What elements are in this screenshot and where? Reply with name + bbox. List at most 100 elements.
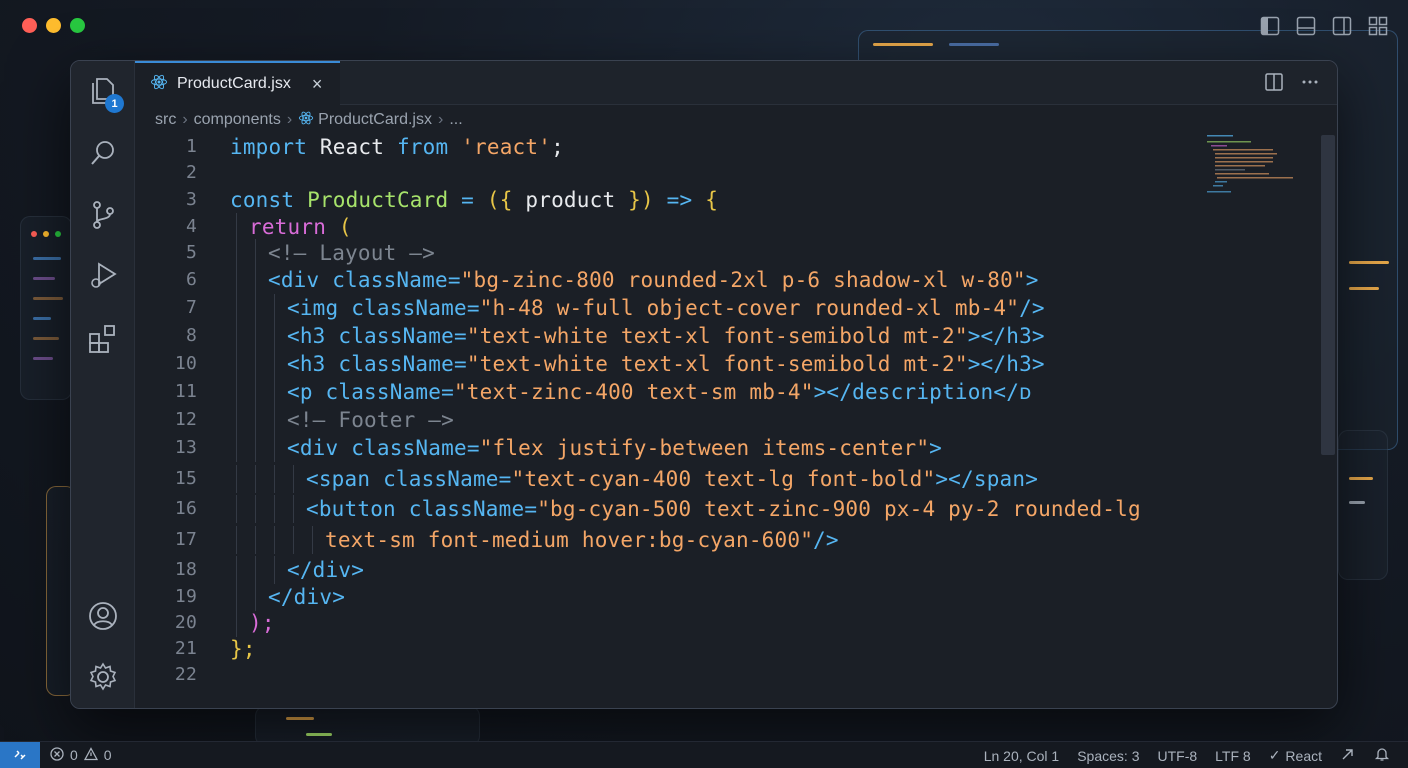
customize-layout-icon[interactable] — [1368, 16, 1388, 36]
code-text: </div> — [287, 556, 364, 584]
layout-controls — [1260, 16, 1388, 36]
breadcrumb-file[interactable]: ProductCard.jsx — [318, 111, 432, 129]
vertical-scrollbar[interactable] — [1321, 135, 1335, 455]
search-icon[interactable] — [87, 137, 119, 169]
code-text: return ( — [249, 213, 352, 241]
code-token: import — [230, 135, 308, 159]
line-number: 5 — [185, 242, 197, 263]
copilot-icon[interactable] — [1340, 746, 1356, 765]
window-controls — [22, 18, 85, 33]
indent-guide — [236, 609, 237, 637]
line-number: 13 — [174, 437, 197, 458]
code-token: <h3 — [287, 352, 339, 376]
language-mode[interactable]: ✓ React — [1269, 747, 1322, 764]
code-token: ></description</ᴅ — [813, 380, 1032, 404]
indent-guide — [255, 294, 256, 322]
error-count: 0 — [70, 747, 78, 763]
indent-guide — [236, 434, 237, 462]
settings-icon[interactable] — [87, 661, 119, 693]
source-control-icon[interactable] — [87, 199, 119, 231]
line-number: 1 — [185, 136, 197, 157]
indent-guide — [274, 350, 275, 378]
indent-guide — [274, 434, 275, 462]
code-token: className — [351, 296, 467, 320]
indent-guide — [274, 526, 275, 554]
indent-guide — [255, 406, 256, 434]
run-debug-icon[interactable] — [87, 259, 119, 291]
code-token: = — [466, 436, 480, 460]
code-text: <span className="text-cyan-400 text-lg f… — [306, 465, 1038, 493]
background-window-right — [1338, 430, 1388, 580]
remote-icon[interactable] — [0, 741, 40, 768]
close-icon[interactable]: × — [312, 74, 323, 95]
indent-guide — [255, 434, 256, 462]
activity-bar: 1 — [71, 61, 135, 708]
code-token: product — [512, 188, 629, 212]
breadcrumb-src[interactable]: src — [155, 111, 176, 129]
account-icon[interactable] — [87, 600, 119, 632]
code-token: = — [498, 467, 512, 491]
code-editor[interactable]: 1 import React from 'react'; 2 3 const Produ… — [135, 133, 1317, 708]
minimap[interactable] — [1205, 133, 1315, 197]
toggle-secondary-sidebar-icon[interactable] — [1332, 16, 1352, 36]
toggle-panel-icon[interactable] — [1296, 16, 1316, 36]
code-token: = — [453, 324, 467, 348]
warning-icon — [83, 746, 98, 764]
more-actions-icon[interactable] — [1301, 73, 1319, 96]
code-token: className — [351, 436, 467, 460]
indent-guide — [293, 495, 294, 523]
close-window-button[interactable] — [22, 18, 37, 33]
bell-icon[interactable] — [1374, 746, 1390, 765]
error-icon — [50, 746, 64, 764]
chevron-right-icon: › — [182, 111, 188, 128]
split-editor-icon[interactable] — [1265, 73, 1283, 96]
code-token: = — [453, 352, 467, 376]
encoding[interactable]: UTF-8 — [1157, 748, 1197, 764]
indent-guide — [236, 583, 237, 611]
code-token: className — [338, 352, 454, 376]
line-number: 21 — [174, 638, 197, 659]
indent-guide — [274, 406, 275, 434]
line-number: 11 — [174, 381, 197, 402]
code-token: = — [447, 268, 461, 292]
line-number: 12 — [174, 409, 197, 430]
indent-guide — [236, 322, 237, 350]
code-token: <span — [306, 467, 384, 491]
cursor-position[interactable]: Ln 20, Col 1 — [984, 748, 1060, 764]
line-number: 10 — [174, 353, 197, 374]
background-window-left — [20, 216, 72, 400]
code-token: ); — [249, 611, 275, 635]
line-number: 2 — [185, 162, 197, 183]
indentation[interactable]: Spaces: 3 — [1077, 748, 1139, 764]
line-number: 20 — [174, 612, 197, 633]
code-token: = — [441, 380, 454, 404]
code-token: > — [929, 436, 943, 460]
line-number: 17 — [174, 529, 197, 550]
line-number: 4 — [185, 216, 197, 237]
end-of-line[interactable]: LTF 8 — [1215, 748, 1251, 764]
code-token: "bg-zinc-800 rounded-2xl p-6 shadow-xl w… — [460, 268, 1026, 292]
indent-guide — [255, 465, 256, 493]
indent-guide — [274, 378, 275, 406]
maximize-window-button[interactable] — [70, 18, 85, 33]
code-token: <!— Footer —> — [287, 408, 454, 432]
minimize-window-button[interactable] — [46, 18, 61, 33]
code-token: "flex justify-between items-center" — [479, 436, 930, 460]
indent-guide — [255, 322, 256, 350]
toggle-sidebar-icon[interactable] — [1260, 16, 1280, 36]
breadcrumb-symbol[interactable]: ... — [449, 111, 462, 129]
breadcrumb-components[interactable]: components — [194, 111, 281, 129]
status-right: Ln 20, Col 1 Spaces: 3 UTF-8 LTF 8 ✓ Rea… — [984, 742, 1390, 768]
code-text: <!— Footer —> — [287, 406, 454, 434]
extensions-icon[interactable] — [87, 323, 119, 355]
code-token: from — [396, 135, 449, 159]
indent-guide — [274, 322, 275, 350]
line-number: 18 — [174, 559, 197, 580]
tab-productcard[interactable]: ProductCard.jsx × — [135, 61, 340, 105]
problems-indicator[interactable]: 0 0 — [50, 746, 112, 764]
indent-guide — [274, 495, 275, 523]
indent-guide — [312, 526, 313, 554]
code-token: <img — [287, 296, 352, 320]
code-token: }) — [628, 188, 654, 212]
code-text: <h3 className="text-white text-xl font-s… — [287, 322, 1045, 350]
